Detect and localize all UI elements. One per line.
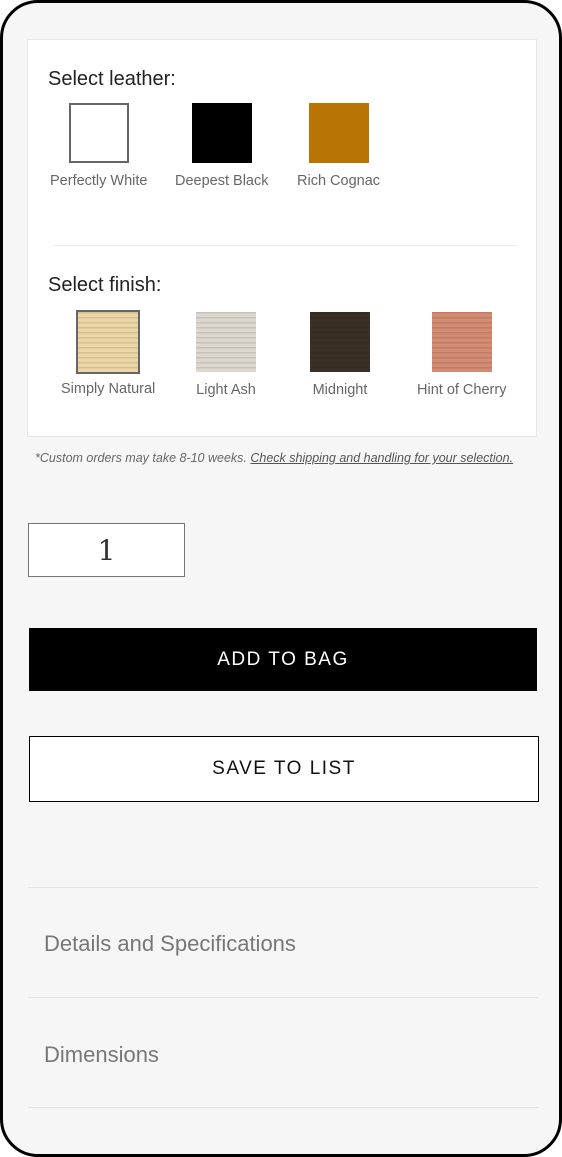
note-text: *Custom orders may take 8-10 weeks. xyxy=(35,451,247,465)
leather-heading: Select leather: xyxy=(48,68,176,90)
swatch-cognac xyxy=(308,103,369,163)
accordion-dimensions[interactable]: Dimensions xyxy=(44,1042,159,1068)
leather-label: Deepest Black xyxy=(175,173,269,189)
accordion-divider xyxy=(28,1107,538,1108)
swatch-white xyxy=(68,103,129,163)
swatch-cherry xyxy=(431,312,492,372)
phone-frame: Select leather: Perfectly White Deepest … xyxy=(0,0,562,1157)
leather-option-deepest-black[interactable]: Deepest Black xyxy=(175,103,269,189)
leather-option-perfectly-white[interactable]: Perfectly White xyxy=(50,103,148,189)
finish-label: Light Ash xyxy=(196,382,256,398)
finish-option-light-ash[interactable]: Light Ash xyxy=(196,312,256,398)
custom-order-note: *Custom orders may take 8-10 weeks. Chec… xyxy=(35,451,513,465)
finish-label: Midnight xyxy=(312,382,368,398)
finish-option-simply-natural[interactable]: Simply Natural xyxy=(61,310,155,397)
save-to-list-button[interactable]: SAVE TO LIST xyxy=(29,736,539,802)
add-to-bag-button[interactable]: ADD TO BAG xyxy=(29,628,537,691)
accordion-details-and-specifications[interactable]: Details and Specifications xyxy=(44,931,296,957)
swatch-black xyxy=(191,103,252,163)
swatch-midnight xyxy=(310,312,370,372)
options-card: Select leather: Perfectly White Deepest … xyxy=(27,39,537,437)
accordion-divider xyxy=(28,887,538,888)
leather-option-rich-cognac[interactable]: Rich Cognac xyxy=(297,103,380,189)
shipping-link[interactable]: Check shipping and handling for your sel… xyxy=(250,451,513,465)
accordion-divider xyxy=(28,997,538,998)
finish-label: Simply Natural xyxy=(61,381,156,397)
finish-heading: Select finish: xyxy=(48,274,162,296)
leather-label: Perfectly White xyxy=(50,173,148,189)
swatch-natural xyxy=(76,310,141,374)
quantity-input[interactable] xyxy=(28,523,185,577)
swatch-light-ash xyxy=(196,312,256,372)
section-divider xyxy=(53,245,517,246)
leather-label: Rich Cognac xyxy=(297,173,381,189)
finish-option-hint-of-cherry[interactable]: Hint of Cherry xyxy=(417,312,506,398)
finish-label: Hint of Cherry xyxy=(417,382,507,398)
finish-option-midnight[interactable]: Midnight xyxy=(310,312,370,398)
